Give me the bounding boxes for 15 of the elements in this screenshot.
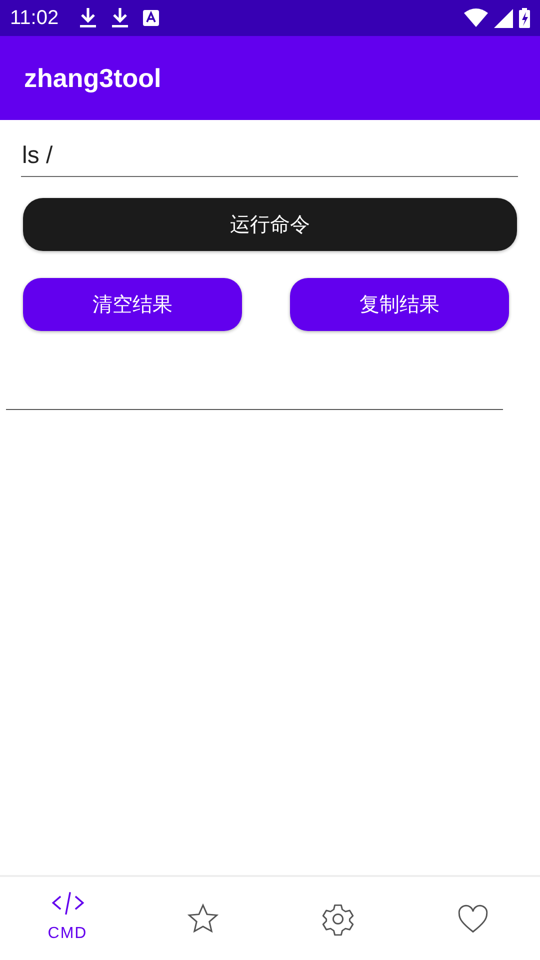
- download-icon: [110, 7, 129, 29]
- signal-icon: [494, 8, 513, 28]
- app-title: zhang3tool: [24, 62, 162, 94]
- wifi-icon: [464, 8, 488, 28]
- copy-button[interactable]: 复制结果: [290, 278, 509, 331]
- battery-icon: [519, 8, 530, 28]
- clear-button[interactable]: 清空结果: [23, 278, 242, 331]
- command-field[interactable]: ls /: [21, 134, 518, 177]
- run-button[interactable]: 运行命令: [23, 198, 517, 251]
- keyboard-icon: [142, 10, 159, 26]
- nav-label[interactable]: CMD: [48, 924, 88, 942]
- download-icon: [78, 7, 97, 29]
- status-time: 11:02: [10, 6, 59, 30]
- settings-icon[interactable]: [320, 902, 354, 936]
- star-icon[interactable]: [186, 902, 220, 936]
